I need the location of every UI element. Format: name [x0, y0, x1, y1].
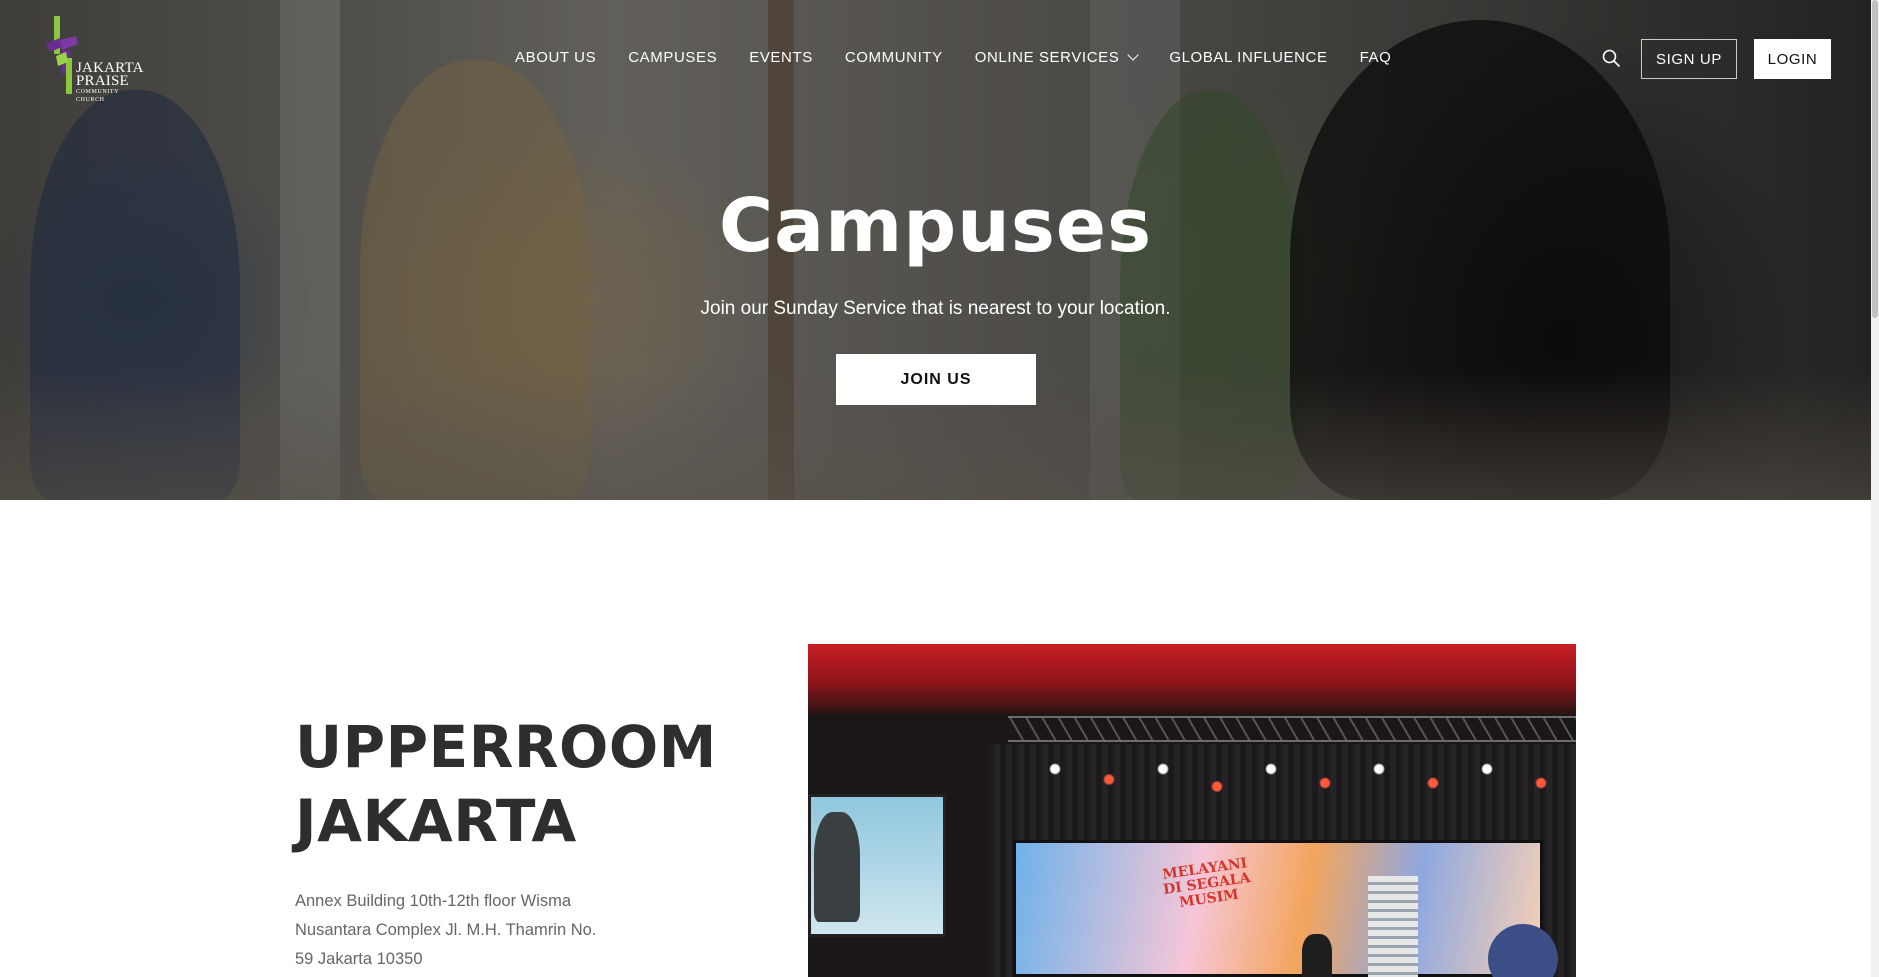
campus-address-line: 59 Jakarta 10350: [295, 950, 423, 968]
campus-address-line: Nusantara Complex Jl. M.H. Thamrin No.: [295, 921, 597, 939]
nav-item-events[interactable]: EVENTS: [749, 49, 813, 66]
chevron-down-icon: [1127, 49, 1140, 61]
hero-section: JAKARTA PRAISE COMMUNITY CHURCH ABOUT US…: [0, 0, 1871, 500]
page-scrollbar-thumb[interactable]: [1872, 0, 1878, 318]
logo-wordmark: JAKARTA PRAISE COMMUNITY CHURCH: [76, 61, 144, 104]
campus-name-line-1: UPPERROOM: [295, 713, 717, 781]
nav-item-campuses[interactable]: CAMPUSES: [628, 49, 717, 66]
campus-address-line: Annex Building 10th-12th floor Wisma: [295, 892, 572, 910]
page-title: Campuses: [718, 183, 1153, 269]
nav-item-about-us[interactable]: ABOUT US: [515, 49, 596, 66]
nav-item-online-services-label: ONLINE SERVICES: [974, 49, 1120, 66]
campus-name-heading: UPPERROOM JAKARTA: [295, 710, 717, 858]
campus-name-line-2: JAKARTA: [295, 787, 577, 855]
photo-ceiling: [808, 644, 1576, 714]
photo-speaker-on-stage: [1302, 934, 1332, 977]
sign-up-button[interactable]: SIGN UP: [1641, 39, 1737, 79]
main-nav: ABOUT US CAMPUSES EVENTS COMMUNITY ONLIN…: [515, 49, 1423, 66]
hero-subtitle: Join our Sunday Service that is nearest …: [700, 298, 1171, 319]
campus-photo: MELAYANI DI SEGALA MUSIM: [808, 644, 1576, 977]
photo-main-screen: [1013, 840, 1543, 977]
photo-lighting-truss: [1008, 716, 1576, 742]
photo-speaker-on-screen: [814, 812, 860, 922]
logo-tagline: COMMUNITY CHURCH: [76, 89, 119, 103]
login-button[interactable]: LOGIN: [1754, 39, 1831, 79]
campus-address: Annex Building 10th-12th floor Wisma Nus…: [295, 887, 625, 974]
nav-item-community[interactable]: COMMUNITY: [845, 49, 943, 66]
nav-item-online-services[interactable]: ONLINE SERVICES: [974, 49, 1140, 66]
nav-item-faq[interactable]: FAQ: [1360, 49, 1392, 66]
join-us-button[interactable]: JOIN US: [836, 354, 1036, 405]
photo-stage-lights: [1028, 748, 1568, 818]
site-logo[interactable]: JAKARTA PRAISE COMMUNITY CHURCH: [42, 16, 143, 103]
nav-item-global-influence[interactable]: GLOBAL INFLUENCE: [1169, 49, 1327, 66]
photo-screen-building: [1368, 876, 1418, 977]
logo-line-2: PRAISE: [76, 73, 129, 89]
search-icon[interactable]: [1602, 49, 1620, 67]
